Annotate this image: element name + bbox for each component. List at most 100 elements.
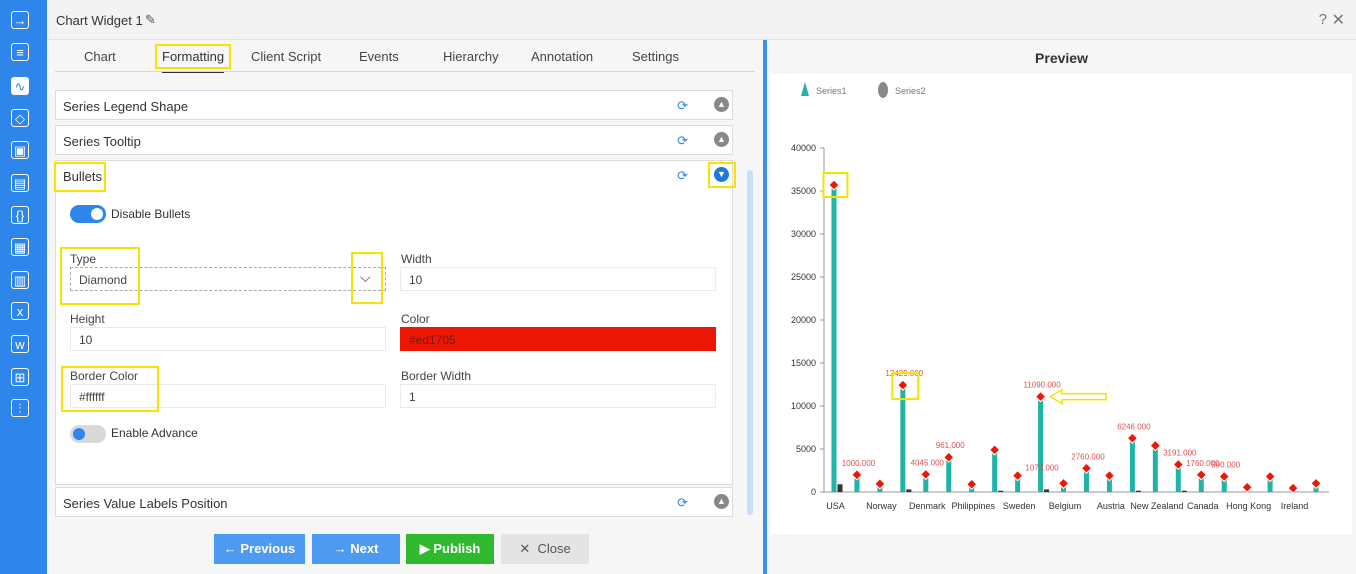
bar-series1 [1152, 445, 1158, 492]
refresh-icon[interactable]: ⟳ [677, 98, 688, 114]
data-label: 4045.000 [911, 458, 945, 467]
bullet-diamond [1149, 439, 1162, 452]
x-tick-label: Canada [1187, 501, 1219, 511]
cubes-icon[interactable]: ◇ [11, 109, 29, 127]
bar-series2 [837, 484, 843, 492]
border-width-input[interactable]: 1 [400, 384, 716, 408]
chevron-up-icon[interactable]: ▲ [714, 132, 729, 147]
tab-formatting[interactable]: Formatting [155, 44, 232, 73]
refresh-icon[interactable]: ⟳ [677, 495, 688, 511]
bar-series1 [992, 449, 998, 492]
x-tick-label: New Zealand [1130, 501, 1183, 511]
publish-button[interactable]: ▶ Publish [406, 534, 494, 564]
bullet-diamond [1195, 469, 1207, 481]
width-label: Width [401, 252, 432, 266]
title-bar: Chart Widget 1 ✎ ? ✕ [47, 0, 1356, 40]
tab-events[interactable]: Events [359, 49, 399, 64]
scrollbar[interactable] [747, 170, 753, 515]
tab-settings[interactable]: Settings [632, 49, 679, 64]
color-input[interactable]: #ed1705 [400, 327, 716, 351]
y-tick-label: 5000 [796, 444, 816, 454]
highlight-box [54, 162, 106, 192]
y-tick-label: 0 [811, 487, 816, 497]
section-bullets: Bullets ⟳ ▼ Disable Bullets Type Diamond… [54, 160, 736, 485]
data-label: 1000.000 [842, 459, 876, 468]
close-button[interactable]: ✕ Close [501, 534, 589, 564]
bullet-diamond [1241, 481, 1253, 493]
height-input[interactable]: 10 [70, 327, 386, 351]
enable-advance-label: Enable Advance [111, 426, 198, 440]
edit-icon[interactable]: ✎ [145, 12, 156, 28]
stats-icon[interactable]: ⫶ [11, 399, 29, 417]
id-card-icon[interactable]: ▤ [11, 174, 29, 192]
refresh-icon[interactable]: ⟳ [677, 168, 688, 184]
x-tick-label: Hong Kong [1226, 501, 1271, 511]
x-tick-label: Norway [866, 501, 897, 511]
preview-card: Series1 Series2 0 5000 10000 15000 20000 25000 3… [771, 74, 1352, 534]
chevron-up-icon[interactable]: ▲ [714, 97, 729, 112]
close-icon[interactable]: ✕ [1332, 10, 1345, 30]
previous-button[interactable]: ← Previous [214, 534, 305, 564]
section-series-value-labels-position[interactable]: Series Value Labels Position ⟳ ▲ [55, 487, 733, 517]
x-tick-label: Ireland [1281, 501, 1309, 511]
height-label: Height [70, 312, 105, 326]
chart-icon[interactable]: ∿ [11, 77, 29, 95]
highlight-box [708, 162, 736, 188]
braces-icon[interactable]: {} [11, 206, 29, 224]
refresh-icon[interactable]: ⟳ [677, 133, 688, 149]
width-input[interactable]: 10 [400, 267, 716, 291]
image-icon[interactable]: ▦ [11, 238, 29, 256]
word-icon[interactable]: w [11, 335, 29, 353]
bullet-diamond [988, 444, 1001, 456]
bar-series2 [1135, 490, 1141, 492]
y-tick-label: 10000 [791, 401, 816, 411]
y-tick-label: 35000 [791, 186, 816, 196]
border-width-label: Border Width [401, 369, 472, 383]
layout-icon[interactable]: ▥ [11, 271, 29, 289]
next-button[interactable]: → Next [312, 534, 400, 564]
bullet-diamond [1264, 470, 1276, 483]
bar-series2 [906, 489, 912, 492]
tab-client-script[interactable]: Client Script [251, 49, 321, 64]
bar-series1 [1129, 438, 1135, 492]
bullet-diamond [1218, 470, 1230, 483]
y-tick-label: 20000 [791, 315, 816, 325]
disable-bullets-toggle[interactable] [70, 205, 106, 223]
bullet-diamond [1011, 469, 1024, 482]
section-title: Series Tooltip [63, 134, 141, 149]
legend-series2-label: Series2 [895, 86, 926, 96]
preview-title: Preview [1035, 50, 1088, 66]
section-series-legend-shape[interactable]: Series Legend Shape ⟳ ▲ [55, 90, 733, 120]
y-tick-label: 25000 [791, 272, 816, 282]
highlight-box [60, 247, 140, 305]
data-label: 6246.000 [1117, 422, 1151, 431]
help-icon[interactable]: ? [1319, 11, 1327, 28]
table-icon[interactable]: ≡ [11, 43, 29, 61]
bullet-diamond [1080, 462, 1093, 474]
doc-icon[interactable]: ▣ [11, 141, 29, 159]
sign-in-icon[interactable]: → [11, 11, 29, 29]
data-label: 3191.000 [1163, 448, 1197, 457]
x-tick-label: Sweden [1003, 501, 1036, 511]
color-label: Color [401, 312, 430, 326]
bullet-diamond [874, 478, 886, 490]
tab-hierarchy[interactable]: Hierarchy [443, 49, 499, 64]
formatting-panel: Chart Formatting Client Script Events Hi… [47, 40, 763, 574]
hierarchy-icon[interactable]: ⊞ [11, 368, 29, 386]
bullet-diamond [943, 451, 955, 463]
highlight-box [61, 366, 159, 412]
enable-advance-toggle[interactable] [70, 425, 106, 443]
section-series-tooltip[interactable]: Series Tooltip ⟳ ▲ [55, 125, 733, 155]
tab-chart[interactable]: Chart [84, 49, 116, 64]
y-tick-label: 40000 [791, 143, 816, 153]
chevron-up-icon[interactable]: ▲ [714, 494, 729, 509]
data-label: 2760.000 [1071, 452, 1105, 461]
excel-icon[interactable]: x [11, 302, 29, 320]
bar-chart: Series1 Series2 0 5000 10000 15000 20000 25000 3… [791, 82, 1329, 511]
section-title: Series Legend Shape [63, 99, 189, 114]
tab-annotation[interactable]: Annotation [531, 49, 593, 64]
bar-series2 [1044, 489, 1050, 492]
bullet-diamond [851, 469, 863, 481]
bullet-diamond [1126, 432, 1139, 444]
bar-series1 [900, 385, 906, 492]
